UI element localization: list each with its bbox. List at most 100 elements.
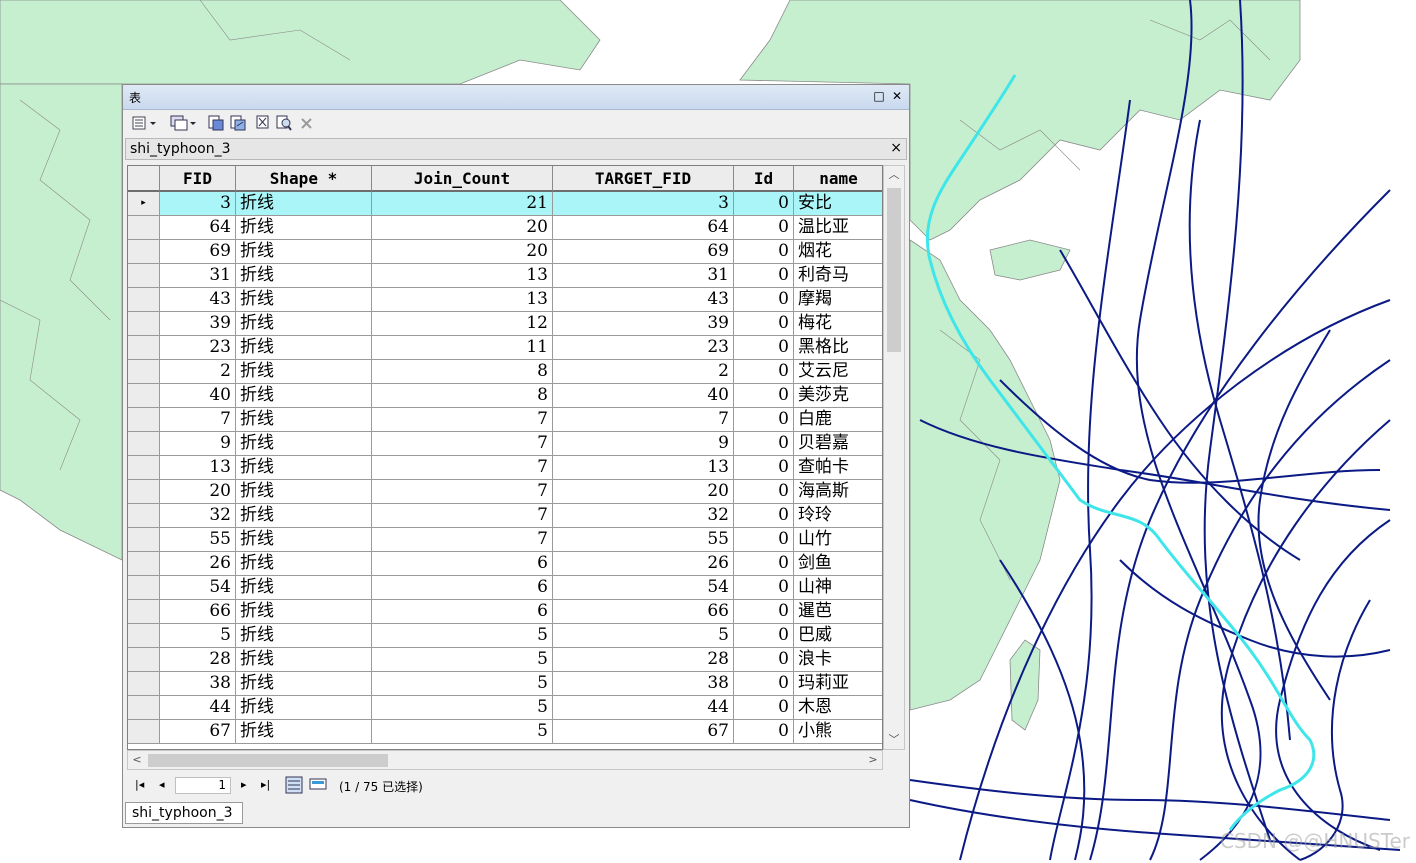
row-selector[interactable] <box>128 648 160 672</box>
cell-fid[interactable]: 9 <box>160 432 236 456</box>
cell-join-count[interactable]: 5 <box>372 672 553 696</box>
cell-target-fid[interactable]: 32 <box>553 504 734 528</box>
column-header-target-fid[interactable]: TARGET_FID <box>553 166 734 192</box>
cell-join-count[interactable]: 21 <box>372 192 553 216</box>
cell-id[interactable]: 0 <box>734 720 794 744</box>
cell-target-fid[interactable]: 2 <box>553 360 734 384</box>
row-selector[interactable] <box>128 384 160 408</box>
cell-fid[interactable]: 32 <box>160 504 236 528</box>
cell-fid[interactable]: 13 <box>160 456 236 480</box>
cell-shape[interactable]: 折线 <box>236 240 372 264</box>
cell-target-fid[interactable]: 66 <box>553 600 734 624</box>
cell-join-count[interactable]: 20 <box>372 240 553 264</box>
cell-name[interactable]: 山神 <box>794 576 882 600</box>
cell-fid[interactable]: 31 <box>160 264 236 288</box>
table-row[interactable]: 5 折线 5 5 0 巴威 <box>128 624 882 648</box>
cell-target-fid[interactable]: 69 <box>553 240 734 264</box>
cell-name[interactable]: 摩羯 <box>794 288 882 312</box>
cell-id[interactable]: 0 <box>734 288 794 312</box>
row-selector[interactable] <box>128 600 160 624</box>
table-row[interactable]: 55 折线 7 55 0 山竹 <box>128 528 882 552</box>
cell-shape[interactable]: 折线 <box>236 600 372 624</box>
cell-fid[interactable]: 40 <box>160 384 236 408</box>
cell-name[interactable]: 贝碧嘉 <box>794 432 882 456</box>
cell-fid[interactable]: 54 <box>160 576 236 600</box>
cell-shape[interactable]: 折线 <box>236 192 372 216</box>
row-selector-header[interactable] <box>128 166 160 192</box>
cell-join-count[interactable]: 7 <box>372 504 553 528</box>
cell-target-fid[interactable]: 54 <box>553 576 734 600</box>
cell-shape[interactable]: 折线 <box>236 216 372 240</box>
next-record-icon[interactable]: ▸ <box>241 778 247 792</box>
cell-name[interactable]: 艾云尼 <box>794 360 882 384</box>
tab-shi-typhoon-3[interactable]: shi_typhoon_3 <box>125 802 243 824</box>
cell-id[interactable]: 0 <box>734 336 794 360</box>
cell-name[interactable]: 安比 <box>794 192 882 216</box>
table-row[interactable]: 66 折线 6 66 0 暹芭 <box>128 600 882 624</box>
table-close-icon[interactable]: × <box>890 140 902 156</box>
table-row[interactable]: 43 折线 13 43 0 摩羯 <box>128 288 882 312</box>
cell-id[interactable]: 0 <box>734 360 794 384</box>
row-selector[interactable] <box>128 696 160 720</box>
scroll-down-icon[interactable]: ﹀ <box>887 733 901 747</box>
cell-shape[interactable]: 折线 <box>236 408 372 432</box>
cell-id[interactable]: 0 <box>734 240 794 264</box>
cell-shape[interactable]: 折线 <box>236 624 372 648</box>
cell-name[interactable]: 黑格比 <box>794 336 882 360</box>
cell-shape[interactable]: 折线 <box>236 312 372 336</box>
cell-shape[interactable]: 折线 <box>236 264 372 288</box>
cell-name[interactable]: 温比亚 <box>794 216 882 240</box>
window-close-button[interactable]: ✕ <box>889 88 905 104</box>
cell-target-fid[interactable]: 3 <box>553 192 734 216</box>
cell-target-fid[interactable]: 23 <box>553 336 734 360</box>
row-selector[interactable] <box>128 672 160 696</box>
cell-shape[interactable]: 折线 <box>236 504 372 528</box>
row-selector[interactable] <box>128 288 160 312</box>
cell-shape[interactable]: 折线 <box>236 696 372 720</box>
cell-target-fid[interactable]: 13 <box>553 456 734 480</box>
cell-name[interactable]: 利奇马 <box>794 264 882 288</box>
last-record-icon[interactable]: ▸| <box>261 778 270 792</box>
cell-target-fid[interactable]: 9 <box>553 432 734 456</box>
row-selector[interactable] <box>128 480 160 504</box>
cell-fid[interactable]: 23 <box>160 336 236 360</box>
cell-name[interactable]: 浪卡 <box>794 648 882 672</box>
cell-target-fid[interactable]: 67 <box>553 720 734 744</box>
cell-target-fid[interactable]: 26 <box>553 552 734 576</box>
cell-join-count[interactable]: 7 <box>372 528 553 552</box>
table-row[interactable]: 2 折线 8 2 0 艾云尼 <box>128 360 882 384</box>
cell-name[interactable]: 巴威 <box>794 624 882 648</box>
cell-join-count[interactable]: 7 <box>372 456 553 480</box>
cell-name[interactable]: 小熊 <box>794 720 882 744</box>
table-row[interactable]: 9 折线 7 9 0 贝碧嘉 <box>128 432 882 456</box>
cell-join-count[interactable]: 13 <box>372 288 553 312</box>
column-header-name[interactable]: name <box>794 166 882 192</box>
cell-join-count[interactable]: 6 <box>372 600 553 624</box>
cell-fid[interactable]: 69 <box>160 240 236 264</box>
maximize-button[interactable]: □ <box>871 88 887 104</box>
cell-target-fid[interactable]: 39 <box>553 312 734 336</box>
table-row[interactable]: 54 折线 6 54 0 山神 <box>128 576 882 600</box>
cell-shape[interactable]: 折线 <box>236 648 372 672</box>
cell-target-fid[interactable]: 7 <box>553 408 734 432</box>
row-selector[interactable] <box>128 720 160 744</box>
row-selector[interactable]: ▸ <box>128 192 160 216</box>
column-header-join-count[interactable]: Join_Count <box>372 166 553 192</box>
cell-id[interactable]: 0 <box>734 432 794 456</box>
cell-shape[interactable]: 折线 <box>236 720 372 744</box>
zoom-to-selected-icon[interactable] <box>275 114 293 132</box>
cell-id[interactable]: 0 <box>734 480 794 504</box>
cell-name[interactable]: 玲玲 <box>794 504 882 528</box>
cell-fid[interactable]: 3 <box>160 192 236 216</box>
cell-shape[interactable]: 折线 <box>236 528 372 552</box>
cell-join-count[interactable]: 6 <box>372 552 553 576</box>
cell-fid[interactable]: 5 <box>160 624 236 648</box>
row-selector[interactable] <box>128 240 160 264</box>
column-header-id[interactable]: Id <box>734 166 794 192</box>
cell-id[interactable]: 0 <box>734 384 794 408</box>
table-row[interactable]: 69 折线 20 69 0 烟花 <box>128 240 882 264</box>
cell-join-count[interactable]: 5 <box>372 624 553 648</box>
cell-id[interactable]: 0 <box>734 456 794 480</box>
row-selector[interactable] <box>128 216 160 240</box>
current-record-input[interactable]: 1 <box>175 777 231 794</box>
